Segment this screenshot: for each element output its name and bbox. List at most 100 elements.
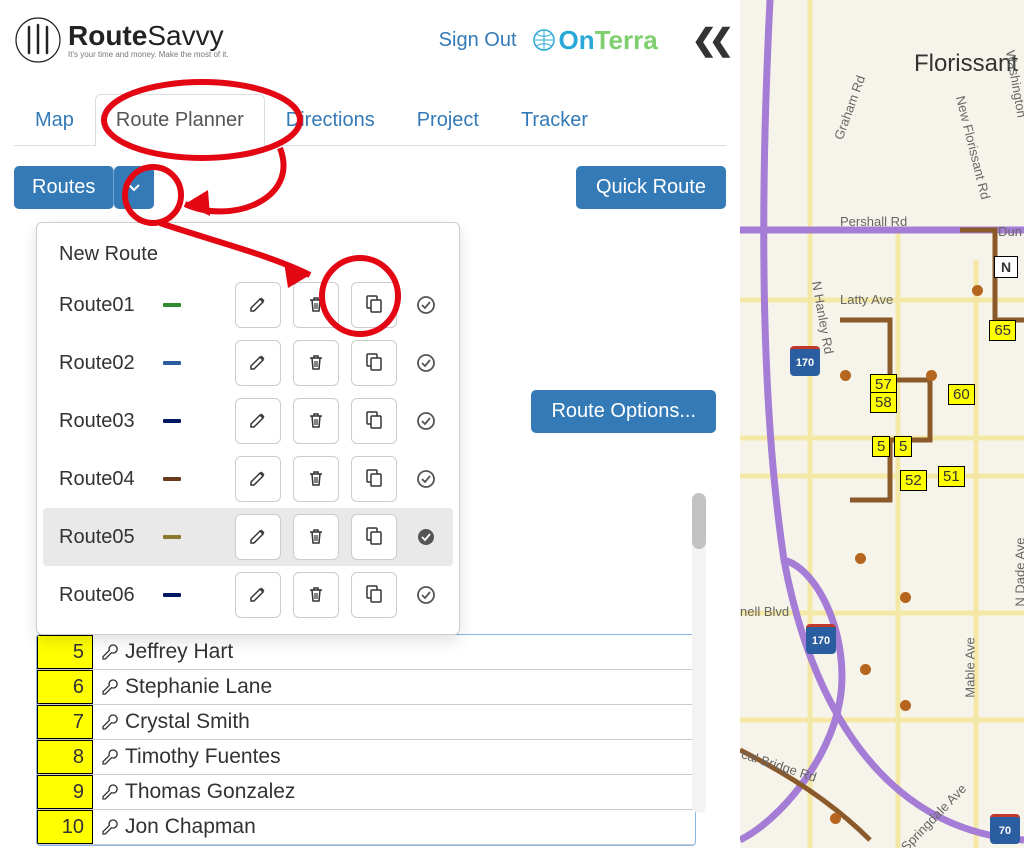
collapse-panel-icon[interactable]: ❮❮ — [692, 23, 726, 58]
edit-route-button[interactable] — [235, 572, 281, 618]
onterra-logo: OnTerra — [531, 25, 658, 56]
copy-route-button[interactable] — [351, 340, 397, 386]
tab-route-planner[interactable]: Route Planner — [95, 94, 265, 146]
pencil-icon — [248, 468, 268, 491]
toolbar: Routes Quick Route — [14, 166, 726, 209]
routes-button[interactable]: Routes — [14, 166, 114, 209]
delete-route-button[interactable] — [293, 282, 339, 328]
copy-route-button[interactable] — [351, 456, 397, 502]
edit-route-button[interactable] — [235, 398, 281, 444]
map-dot — [860, 664, 871, 675]
wrench-icon — [101, 818, 119, 836]
copy-route-button[interactable] — [351, 398, 397, 444]
stop-name: Crystal Smith — [93, 710, 250, 734]
trash-icon — [306, 294, 326, 317]
routes-split-button: Routes — [14, 166, 154, 209]
map-marker[interactable]: 51 — [938, 466, 965, 487]
tab-tracker[interactable]: Tracker — [500, 94, 609, 146]
onterra-terra: Terra — [595, 25, 658, 55]
stop-row[interactable]: 6Stephanie Lane — [37, 670, 695, 705]
trash-icon — [306, 410, 326, 433]
route-row[interactable]: Route02 — [43, 334, 453, 392]
tab-map[interactable]: Map — [14, 94, 95, 146]
map-marker[interactable]: 65 — [989, 320, 1016, 341]
logo-text-secondary: Savvy — [147, 20, 223, 51]
stop-row[interactable]: 8Timothy Fuentes — [37, 740, 695, 775]
route-row[interactable]: Route04 — [43, 450, 453, 508]
stop-row[interactable]: 9Thomas Gonzalez — [37, 775, 695, 810]
delete-route-button[interactable] — [293, 340, 339, 386]
edit-route-button[interactable] — [235, 456, 281, 502]
copy-route-button[interactable] — [351, 282, 397, 328]
delete-route-button[interactable] — [293, 456, 339, 502]
route-check-icon[interactable] — [415, 294, 437, 316]
map-marker[interactable]: 5 — [894, 436, 912, 457]
route-row[interactable]: Route03 — [43, 392, 453, 450]
stop-number: 8 — [37, 740, 93, 774]
wrench-icon — [101, 748, 119, 766]
tab-directions[interactable]: Directions — [265, 94, 396, 146]
route-color-swatch — [163, 419, 181, 423]
trash-icon — [306, 352, 326, 375]
route-check-icon[interactable] — [415, 584, 437, 606]
city-label: Florissant — [914, 50, 1018, 78]
left-panel: RouteSavvy It's your time and money. Mak… — [0, 0, 740, 848]
delete-route-button[interactable] — [293, 572, 339, 618]
tab-bar: Map Route Planner Directions Project Tra… — [14, 94, 726, 146]
stops-panel: 5Jeffrey Hart6Stephanie Lane7Crystal Smi… — [36, 634, 696, 846]
pencil-icon — [248, 584, 268, 607]
stop-row[interactable]: 7Crystal Smith — [37, 705, 695, 740]
road-label-pershall: Pershall Rd — [840, 214, 907, 229]
map-panel[interactable]: Florissant Graham Rd Washington New Flor… — [740, 0, 1024, 848]
route-name: Route03 — [59, 410, 151, 433]
route-check-icon[interactable] — [415, 410, 437, 432]
map-dot — [830, 813, 841, 824]
route-check-icon[interactable] — [415, 352, 437, 374]
route-name: Route01 — [59, 294, 151, 317]
stop-number: 6 — [37, 670, 93, 704]
routes-dropdown-toggle[interactable] — [114, 166, 154, 209]
sign-out-link[interactable]: Sign Out — [439, 29, 517, 52]
tab-project[interactable]: Project — [396, 94, 500, 146]
new-route-item[interactable]: New Route — [43, 233, 453, 276]
header: RouteSavvy It's your time and money. Mak… — [14, 10, 726, 70]
copy-route-button[interactable] — [351, 514, 397, 560]
route-check-icon[interactable] — [415, 526, 437, 548]
map-marker[interactable]: 52 — [900, 470, 927, 491]
stop-row[interactable]: 10Jon Chapman — [37, 810, 695, 845]
edit-route-button[interactable] — [235, 282, 281, 328]
copy-route-button[interactable] — [351, 572, 397, 618]
route-color-swatch — [163, 303, 181, 307]
copy-icon — [363, 525, 385, 550]
quick-route-button[interactable]: Quick Route — [576, 166, 726, 209]
stop-row[interactable]: 5Jeffrey Hart — [37, 635, 695, 670]
delete-route-button[interactable] — [293, 398, 339, 444]
route-row[interactable]: Route06 — [43, 566, 453, 624]
map-marker[interactable]: 5 — [872, 436, 890, 457]
stop-name: Thomas Gonzalez — [93, 780, 295, 804]
copy-icon — [363, 583, 385, 608]
map-marker[interactable]: 58 — [870, 392, 897, 413]
copy-icon — [363, 351, 385, 376]
route-row[interactable]: Route05 — [43, 508, 453, 566]
copy-icon — [363, 467, 385, 492]
map-marker[interactable]: 60 — [948, 384, 975, 405]
delete-route-button[interactable] — [293, 514, 339, 560]
edit-route-button[interactable] — [235, 340, 281, 386]
route-row[interactable]: Route01 — [43, 276, 453, 334]
shield-n: N — [994, 256, 1018, 278]
map-dot — [926, 370, 937, 381]
map-dot — [855, 553, 866, 564]
map-dot — [972, 285, 983, 296]
edit-route-button[interactable] — [235, 514, 281, 560]
route-check-icon[interactable] — [415, 468, 437, 490]
stop-number: 9 — [37, 775, 93, 809]
shield-i170-top: 170 — [790, 346, 820, 376]
scrollbar[interactable] — [692, 493, 706, 813]
road-label-n-dade: N Dade Ave — [1013, 538, 1024, 607]
trash-icon — [306, 584, 326, 607]
scrollbar-thumb[interactable] — [692, 493, 706, 549]
copy-icon — [363, 409, 385, 434]
trash-icon — [306, 468, 326, 491]
route-options-button[interactable]: Route Options... — [531, 390, 716, 433]
